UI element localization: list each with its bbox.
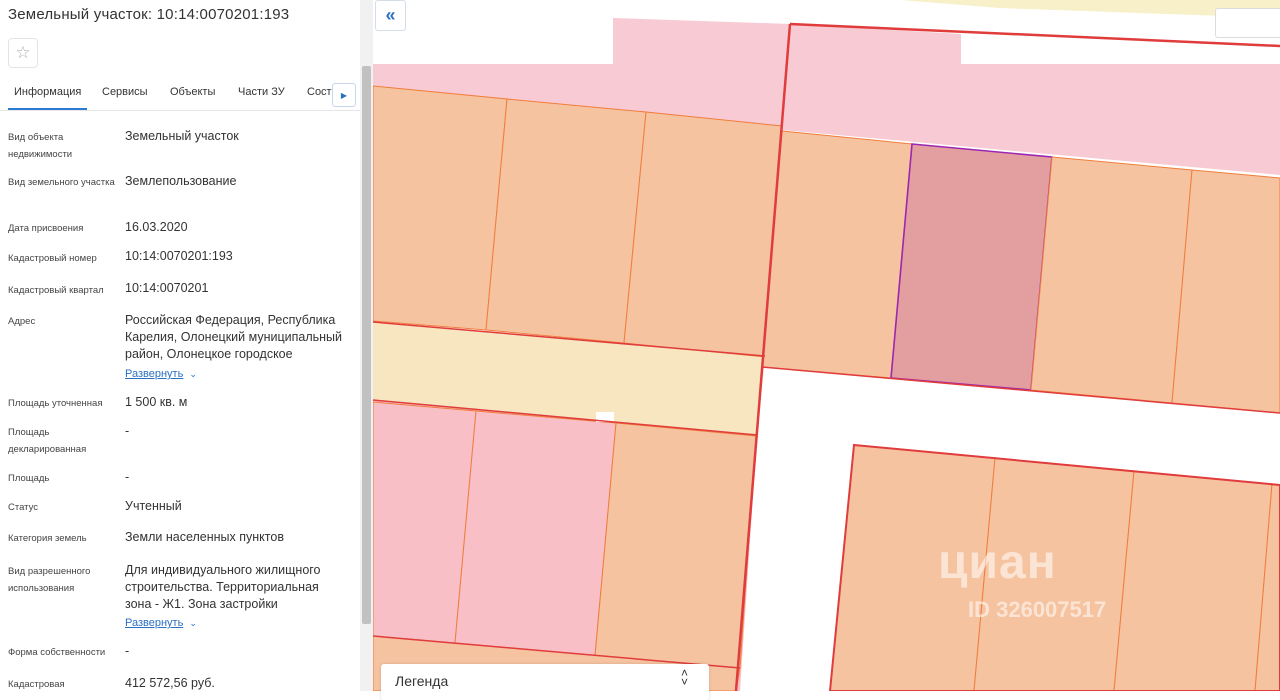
parcel[interactable] [623, 111, 783, 358]
field-value-cadastral-quarter: 10:14:0070201 [125, 281, 209, 295]
legend-panel[interactable]: Легенда ˄ ˅ [381, 664, 709, 700]
legend-title: Легенда [395, 673, 449, 689]
parcel[interactable] [1030, 156, 1193, 404]
field-value-address: Российская Федерация, Республика Карелия… [125, 313, 343, 361]
cadastral-map[interactable] [373, 0, 1280, 691]
parcel[interactable] [454, 410, 617, 657]
field-value-permitted-use: Для индивидуального жилищного строительс… [125, 563, 321, 611]
tab-parts[interactable]: Части ЗУ [238, 86, 285, 110]
field-value-area-specified: 1 500 кв. м [125, 395, 188, 409]
info-panel: Земельный участок: 10:14:0070201:193 ☆ И… [0, 0, 360, 691]
tab-bar: Информация Сервисы Объекты Части ЗУ Сост… [0, 80, 360, 111]
field-label-area-specified: Площадь уточненная [8, 398, 103, 409]
parcel[interactable] [829, 444, 996, 691]
map-search-box[interactable] [1215, 8, 1280, 38]
panel-title: Земельный участок: 10:14:0070201:193 [8, 6, 290, 23]
parcel[interactable] [485, 98, 647, 344]
field-value-status: Учтенный [125, 499, 182, 513]
chevron-down-icon: ⌄ [189, 618, 197, 628]
address-expand-link[interactable]: Развернуть ⌄ [125, 367, 197, 381]
field-value-object-type: Земельный участок [125, 129, 239, 143]
panel-scrollbar[interactable] [360, 0, 373, 691]
field-label-cadastral-quarter: Кадастровый квартал [8, 285, 104, 296]
field-label-ownership: Форма собственности [8, 647, 106, 658]
field-label-cadastral-number: Кадастровый номер [8, 253, 97, 264]
parcel[interactable] [973, 457, 1135, 691]
field-label-land-category: Категория земель [8, 533, 87, 544]
collapse-panel-button[interactable]: « [375, 0, 406, 31]
field-label-area: Площадь [8, 473, 50, 484]
triangle-right-icon: ▶ [340, 90, 348, 100]
tab-objects[interactable]: Объекты [170, 86, 215, 110]
scrollbar-thumb[interactable] [362, 66, 371, 624]
chevron-updown-icon[interactable]: ˄ ˅ [681, 667, 688, 688]
tab-information[interactable]: Информация [8, 86, 88, 110]
field-label-permitted-use: Вид разрешенного использования [8, 566, 91, 594]
parcel[interactable] [594, 422, 757, 669]
field-value-assign-date: 16.03.2020 [125, 220, 188, 234]
chevron-down-icon: ⌄ [189, 369, 197, 379]
double-chevron-left-icon: « [385, 5, 396, 25]
tab-services[interactable]: Сервисы [102, 86, 148, 110]
field-value-land-category: Земли населенных пунктов [125, 530, 284, 544]
selected-parcel[interactable] [890, 143, 1053, 391]
parcel[interactable] [1113, 470, 1273, 691]
field-value-ownership: - [125, 644, 130, 658]
field-value-area: - [125, 470, 130, 484]
field-label-parcel-type: Вид земельного участка [8, 177, 115, 188]
favorite-button[interactable]: ☆ [8, 38, 38, 68]
tab-scroll-right-button[interactable]: ▶ [332, 83, 356, 107]
star-outline-icon: ☆ [15, 43, 31, 62]
permitted-use-expand-label: Развернуть [125, 617, 184, 629]
permitted-use-expand-link[interactable]: Развернуть ⌄ [125, 616, 197, 630]
address-expand-label: Развернуть [125, 368, 184, 380]
field-label-cadastral-value: Кадастровая [8, 679, 65, 690]
field-label-assign-date: Дата присвоения [8, 223, 84, 234]
field-value-cadastral-number: 10:14:0070201:193 [125, 249, 233, 263]
field-value-parcel-type: Землепользование [125, 174, 237, 188]
field-label-object-type: Вид объекта недвижимости [8, 132, 73, 160]
map-canvas[interactable] [373, 0, 1280, 691]
field-label-area-declared: Площадь декларированная [8, 427, 87, 455]
field-value-cadastral-value: 412 572,56 руб. [125, 676, 215, 690]
field-label-status: Статус [8, 502, 39, 513]
parcel[interactable] [373, 85, 508, 331]
field-label-address: Адрес [8, 316, 36, 327]
field-value-area-declared: - [125, 424, 130, 438]
parcel[interactable] [761, 130, 913, 379]
